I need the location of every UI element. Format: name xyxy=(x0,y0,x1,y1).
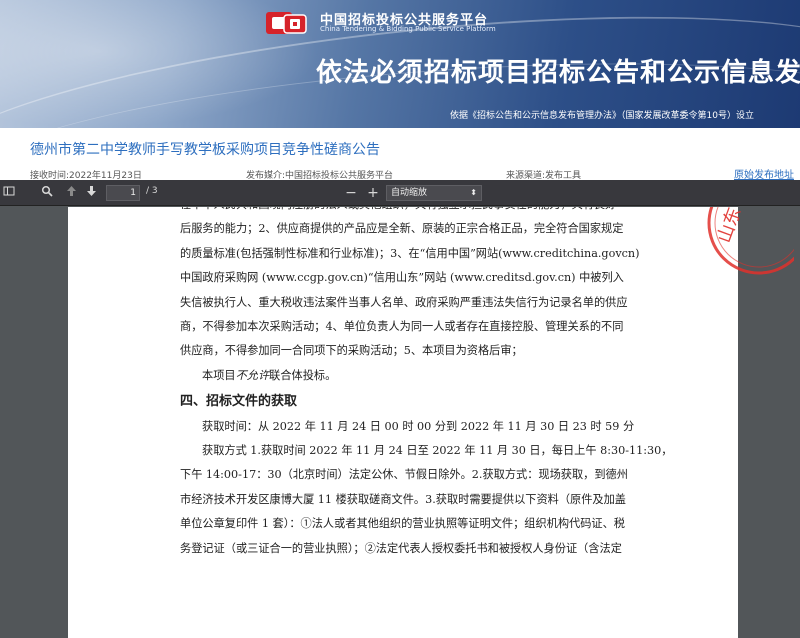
zoom-select-value: 自动缩放 xyxy=(391,188,428,198)
doc-line: 下午 14:00-17：30（北京时间）法定公休、节假日除外。2.获取方式：现场… xyxy=(180,468,628,482)
document-text: 在中华人民共和国境内注册的法人或其他组织，具有独立承担民事责任的能力，具有良好 … xyxy=(180,207,700,561)
doc-line: 供应商，不得参加同一合同项下的采购活动；5、本项目为资格后审； xyxy=(180,344,523,358)
zoom-in-icon[interactable]: + xyxy=(366,184,380,202)
doc-line: 务登记证（或三证合一的营业执照）；②法定代表人授权委托书和被授权人身份证（含法定 xyxy=(180,541,622,555)
doc-line: 中国政府采购网 (www.ccgp.gov.cn)“信用山东”网站 (www.c… xyxy=(180,271,624,285)
doc-line: 商，不得参加本次采购活动；4、单位负责人为同一人或者存在直接控股、管理关系的不同 xyxy=(180,320,624,334)
consortium-suffix: 联合体投标。 xyxy=(269,368,337,382)
pdf-page: 在中华人民共和国境内注册的法人或其他组织，具有独立承担民事责任的能力，具有良好 … xyxy=(68,207,794,638)
banner-title: 依法必须招标项目招标公告和公示信息发布 xyxy=(316,58,800,88)
zoom-out-icon[interactable]: − xyxy=(344,184,358,202)
section-heading: 四、招标文件的获取 xyxy=(180,394,298,410)
banner-note: 依据《招标公告和公示信息发布管理办法》（国家发展改革委令第10号）设立 xyxy=(450,111,754,121)
doc-line: 获取方式 1.获取时间 2022 年 11 月 24 日至 2022 年 11 … xyxy=(202,444,673,458)
platform-name-english: China Tendering & Bidding Public Service… xyxy=(320,25,496,33)
doc-line: 单位公章复印件 1 套）：①法人或者其他组织的营业执照等证明文件；组织机构代码证… xyxy=(180,517,625,531)
platform-logo[interactable] xyxy=(262,6,312,40)
official-seal-stamp: 山东 xyxy=(707,207,794,275)
svg-text:山东: 山东 xyxy=(714,207,746,246)
zoom-select[interactable]: 自动缩放 ⬍ xyxy=(386,185,482,201)
pdf-viewer[interactable]: 在中华人民共和国境内注册的法人或其他组织，具有独立承担民事责任的能力，具有良好 … xyxy=(0,207,800,638)
chevron-down-icon: ⬍ xyxy=(470,188,477,197)
sidebar-toggle-icon[interactable] xyxy=(2,184,16,202)
doc-line: 后服务的能力；2、供应商提供的产品应是全新、原装的正宗合格正品，完全符合国家规定 xyxy=(180,222,624,236)
doc-line: 获取时间：从 2022 年 11 月 24 日 00 时 00 分到 2022 … xyxy=(202,419,635,433)
doc-line: 的质量标准(包括强制性标准和行业标准)；3、在“信用中国”网站(www.cred… xyxy=(180,246,640,260)
doc-line: 市经济技术开发区康博大厦 11 楼获取磋商文件。3.获取时需要提供以下资料（原件… xyxy=(180,492,626,506)
doc-line: 失信被执行人、重大税收违法案件当事人名单、政府采购严重违法失信行为记录名单的供应 xyxy=(180,295,628,309)
site-banner: 中国招标投标公共服务平台 China Tendering & Bidding P… xyxy=(0,0,800,128)
previous-page-icon[interactable] xyxy=(64,184,78,202)
search-icon[interactable] xyxy=(40,184,54,202)
original-link[interactable]: 原始发布地址 xyxy=(734,166,794,181)
page-count: / 3 xyxy=(146,186,158,196)
pdf-toolbar: 1 / 3 − + 自动缩放 ⬍ xyxy=(0,180,800,206)
consortium-line: 本项目不允许联合体投标。 xyxy=(180,364,700,388)
notice-header: 德州市第二中学教师手写教学板采购项目竞争性磋商公告 接收时间:2022年11月2… xyxy=(0,128,800,181)
consortium-prefix: 本项目 xyxy=(202,368,236,382)
next-page-icon[interactable] xyxy=(84,184,98,202)
page-number-input[interactable]: 1 xyxy=(106,185,140,201)
notice-title: 德州市第二中学教师手写教学板采购项目竞争性磋商公告 xyxy=(30,142,380,158)
consortium-emphasis: 不允许 xyxy=(235,368,270,382)
doc-line: 在中华人民共和国境内注册的法人或其他组织，具有独立承担民事责任的能力，具有良好 xyxy=(180,207,700,217)
